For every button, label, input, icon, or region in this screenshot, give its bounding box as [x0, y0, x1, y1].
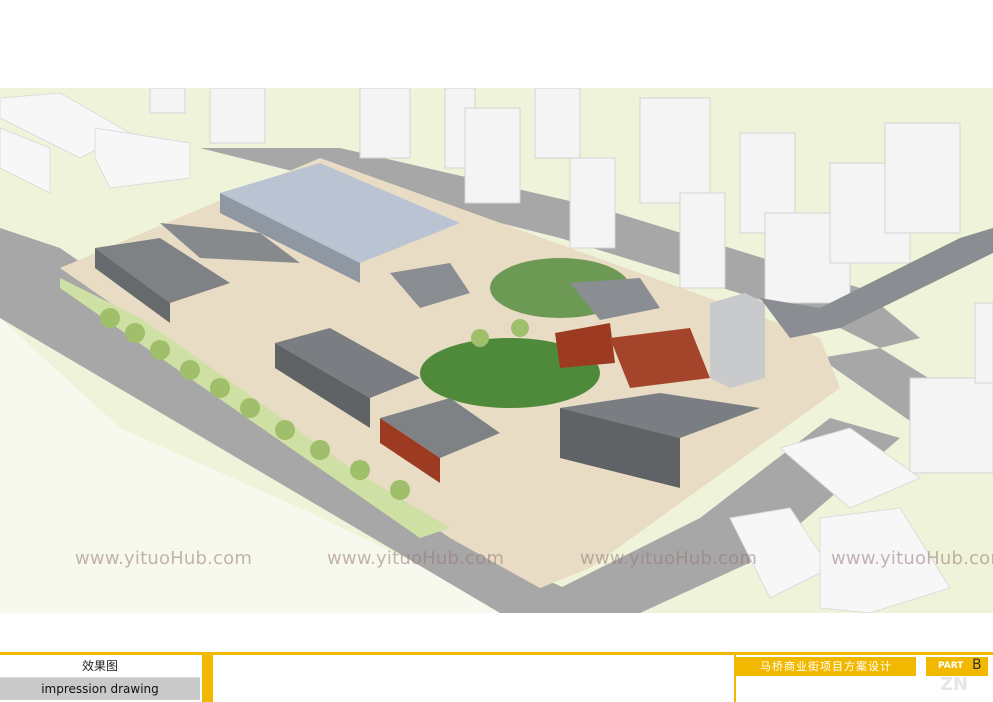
section-label-en: impression drawing: [0, 678, 200, 700]
watermark-3: www.yituoHub.com: [580, 548, 758, 569]
watermark-1: www.yituoHub.com: [75, 548, 253, 569]
section-label-cn: 效果图: [0, 655, 200, 678]
aerial-rendering: [0, 88, 993, 613]
footer-accent-bar: [202, 652, 213, 702]
project-title: 马桥商业街项目方案设计: [736, 657, 916, 676]
part-letter: B: [972, 657, 982, 673]
part-label: PART: [938, 661, 964, 671]
office-tower: [710, 293, 765, 388]
watermark-2: www.yituoHub.com: [327, 548, 505, 569]
watermark-4: www.yituoHub.com: [831, 548, 993, 569]
logo-watermark-icon: ZN: [940, 674, 969, 695]
